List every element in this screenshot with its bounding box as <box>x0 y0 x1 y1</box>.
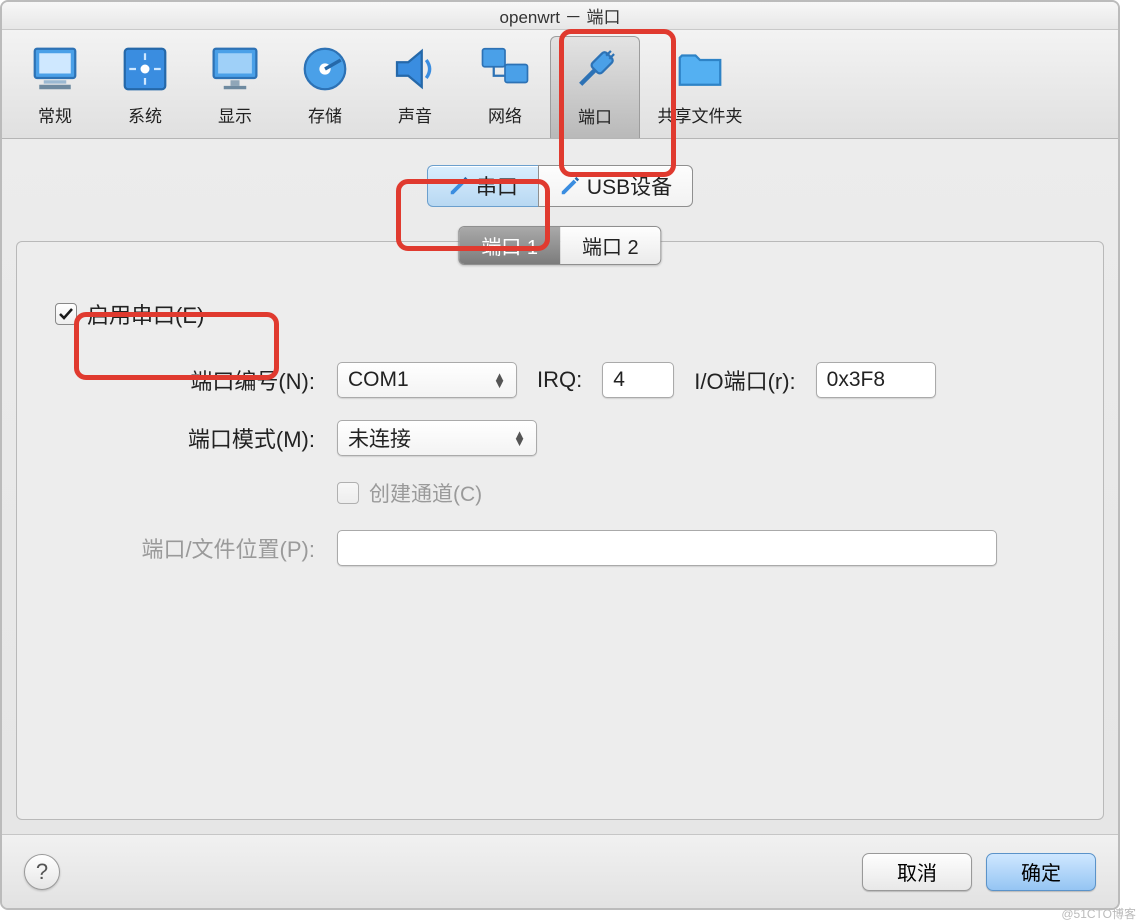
serial-tab[interactable]: 串口 <box>427 165 538 207</box>
port-path-label: 端口/文件位置(P): <box>17 532 337 564</box>
port-form: 端口编号(N): COM1 ▲▼ IRQ: 4 I/O端口(r): 0x3F8 <box>17 362 1103 566</box>
system-icon <box>118 42 172 96</box>
toolbar-system[interactable]: 系统 <box>100 36 190 138</box>
ports-icon <box>568 43 622 97</box>
toolbar-label: 常规 <box>38 107 72 126</box>
category-toolbar: 常规 系统 显示 存储 声音 <box>2 30 1118 139</box>
port-tab-1[interactable]: 端口 1 <box>459 227 560 264</box>
select-arrows-icon: ▲▼ <box>493 373 506 387</box>
irq-label: IRQ: <box>537 367 582 393</box>
usb-pencil-icon <box>559 175 581 197</box>
ok-button[interactable]: 确定 <box>986 853 1096 891</box>
folder-icon <box>673 42 727 96</box>
checkmark-icon <box>58 306 74 322</box>
help-button[interactable]: ? <box>24 854 60 890</box>
toolbar-label: 系统 <box>128 107 162 126</box>
storage-icon <box>298 42 352 96</box>
port-mode-select[interactable]: 未连接 ▲▼ <box>337 420 537 456</box>
usb-tab[interactable]: USB设备 <box>538 165 693 207</box>
toolbar-audio[interactable]: 声音 <box>370 36 460 138</box>
toolbar-label: 端口 <box>578 108 612 127</box>
port-number-tabs: 端口 1 端口 2 <box>458 226 661 265</box>
serial-pencil-icon <box>448 175 470 197</box>
io-port-value: 0x3F8 <box>827 368 885 392</box>
toolbar-display[interactable]: 显示 <box>190 36 280 138</box>
create-channel-checkbox <box>337 482 359 504</box>
port-number-row: COM1 ▲▼ IRQ: 4 I/O端口(r): 0x3F8 <box>337 362 1103 398</box>
display-icon <box>208 42 262 96</box>
irq-value: 4 <box>613 368 625 392</box>
io-port-label: I/O端口(r): <box>694 364 795 396</box>
toolbar-label: 显示 <box>218 107 252 126</box>
toolbar-ports[interactable]: 端口 <box>550 36 640 138</box>
create-channel-label: 创建通道(C) <box>369 478 482 508</box>
toolbar-label: 网络 <box>488 107 522 126</box>
port-number-value: COM1 <box>348 368 409 392</box>
network-icon <box>478 42 532 96</box>
port-type-segmented: 串口 USB设备 <box>16 165 1104 207</box>
general-icon <box>28 42 82 96</box>
port-mode-value: 未连接 <box>348 423 411 453</box>
port-tab-2[interactable]: 端口 2 <box>560 227 661 264</box>
audio-icon <box>388 42 442 96</box>
port-path-input[interactable] <box>337 530 997 566</box>
attribution-text: @51CTO博客 <box>1061 905 1136 922</box>
enable-serial-label: 启用串口(E) <box>87 298 204 330</box>
irq-input[interactable]: 4 <box>602 362 674 398</box>
window-title: openwrt － 端口 <box>500 3 621 28</box>
port-mode-label: 端口模式(M): <box>17 422 337 454</box>
serial-tab-label: 串口 <box>476 171 518 201</box>
window-titlebar: openwrt － 端口 <box>2 2 1118 30</box>
content-area: 串口 USB设备 端口 1 端口 2 启用串口(E) 端口编号(N): <box>2 139 1118 834</box>
io-port-input[interactable]: 0x3F8 <box>816 362 936 398</box>
cancel-button[interactable]: 取消 <box>862 853 972 891</box>
enable-serial-checkbox[interactable] <box>55 303 77 325</box>
port-settings-panel: 端口 1 端口 2 启用串口(E) 端口编号(N): COM1 ▲▼ IRQ: <box>16 241 1104 820</box>
toolbar-storage[interactable]: 存储 <box>280 36 370 138</box>
port-number-select[interactable]: COM1 ▲▼ <box>337 362 517 398</box>
port-mode-row: 未连接 ▲▼ <box>337 420 1103 456</box>
toolbar-label: 共享文件夹 <box>658 107 743 126</box>
toolbar-general[interactable]: 常规 <box>10 36 100 138</box>
settings-window: openwrt － 端口 常规 系统 显示 存储 <box>0 0 1120 910</box>
help-icon: ? <box>36 859 48 885</box>
toolbar-label: 存储 <box>308 107 342 126</box>
port-path-row <box>337 530 1103 566</box>
toolbar-label: 声音 <box>398 107 432 126</box>
dialog-buttons-bar: ? 取消 确定 <box>2 834 1118 908</box>
create-channel-row: 创建通道(C) <box>337 478 1103 508</box>
toolbar-network[interactable]: 网络 <box>460 36 550 138</box>
port-number-label: 端口编号(N): <box>17 364 337 396</box>
enable-serial-row: 启用串口(E) <box>17 298 1103 330</box>
toolbar-shared-folders[interactable]: 共享文件夹 <box>640 36 760 138</box>
usb-tab-label: USB设备 <box>587 171 672 201</box>
select-arrows-icon: ▲▼ <box>513 431 526 445</box>
